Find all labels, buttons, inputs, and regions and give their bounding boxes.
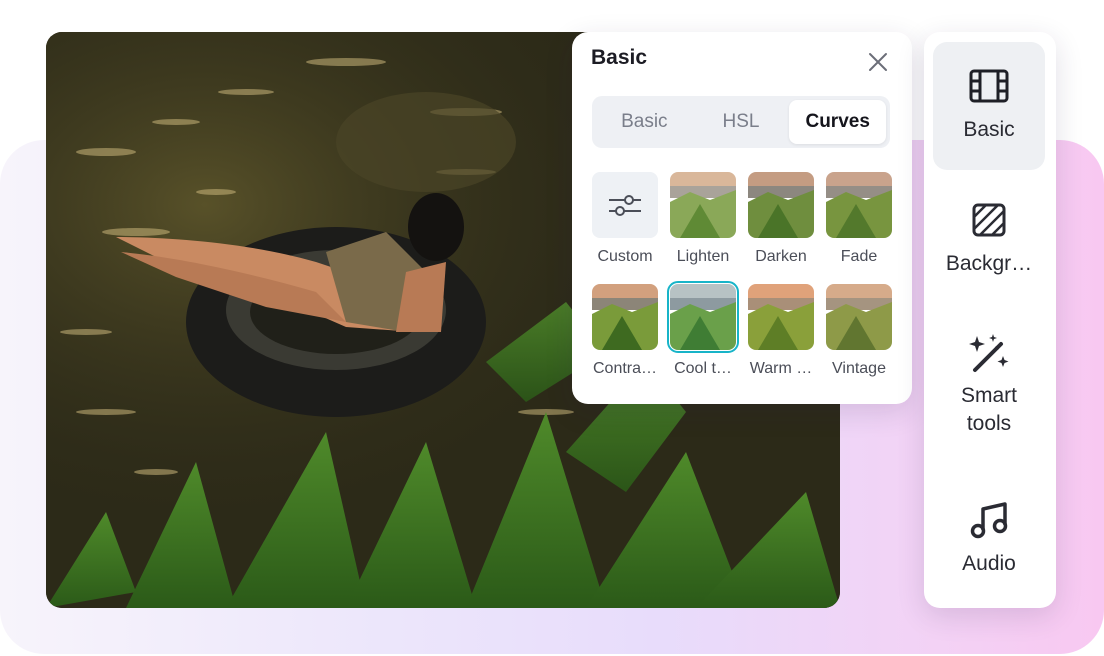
preset-thumb — [826, 284, 892, 350]
sliders-icon — [609, 195, 641, 216]
tool-sidebar: Basic Backgr… Smart tools Audio — [924, 32, 1056, 608]
preset-label: Custom — [597, 248, 653, 265]
sidebar-label-line1: Smart — [960, 384, 1017, 407]
sidebar-item-background[interactable]: Backgr… — [933, 198, 1045, 298]
preset-thumb — [826, 172, 892, 238]
adjust-panel: Basic Basic HSL Curves Custom Lighten Da… — [572, 32, 912, 404]
preset-label: Cool t… — [674, 360, 732, 377]
preset-label: Fade — [840, 248, 878, 265]
tab-bar: Basic HSL Curves — [592, 96, 890, 148]
background-icon — [933, 198, 1045, 242]
preset-lighten[interactable]: Lighten — [669, 172, 737, 266]
music-note-icon — [933, 498, 1045, 542]
preset-darken[interactable]: Darken — [747, 172, 815, 266]
landscape-thumbnail — [670, 172, 736, 238]
preset-label: Warm … — [749, 360, 813, 377]
sidebar-item-audio[interactable]: Audio — [933, 498, 1045, 598]
panel-title: Basic — [591, 46, 648, 69]
preset-label: Darken — [755, 248, 807, 265]
preset-custom[interactable]: Custom — [591, 172, 659, 266]
preset-label: Vintage — [832, 360, 886, 377]
sidebar-label: Audio — [962, 552, 1016, 575]
preset-warm[interactable]: Warm … — [747, 284, 815, 378]
landscape-thumbnail — [670, 284, 736, 350]
preset-contrast[interactable]: Contra… — [591, 284, 659, 378]
preset-label: Contra… — [592, 360, 658, 377]
sidebar-item-basic[interactable]: Basic — [933, 42, 1045, 170]
editor-stage: Basic Basic HSL Curves Custom Lighten Da… — [0, 0, 1104, 656]
landscape-thumbnail — [592, 284, 658, 350]
sidebar-item-smart-tools[interactable]: Smart tools — [933, 332, 1045, 452]
landscape-thumbnail — [826, 284, 892, 350]
sidebar-label: Backgr… — [945, 252, 1033, 275]
preset-thumb-custom — [592, 172, 658, 238]
preset-thumb — [592, 284, 658, 350]
preset-label: Lighten — [676, 248, 730, 265]
preset-thumb — [748, 172, 814, 238]
preset-vintage[interactable]: Vintage — [825, 284, 893, 378]
sidebar-label-line2: tools — [966, 412, 1012, 435]
preset-cool-tone[interactable]: Cool t… — [667, 281, 739, 378]
preset-thumb — [748, 284, 814, 350]
tab-hsl[interactable]: HSL — [693, 100, 790, 144]
preset-thumb — [670, 172, 736, 238]
landscape-thumbnail — [748, 284, 814, 350]
preset-thumb-selected — [667, 281, 739, 353]
landscape-thumbnail — [826, 172, 892, 238]
close-button[interactable] — [864, 48, 892, 76]
landscape-thumbnail — [748, 172, 814, 238]
magic-wand-icon — [933, 332, 1045, 376]
tab-curves[interactable]: Curves — [789, 100, 887, 144]
preset-fade[interactable]: Fade — [825, 172, 893, 266]
sidebar-label: Basic — [963, 118, 1015, 141]
film-icon — [933, 64, 1045, 108]
close-icon — [869, 53, 887, 71]
tab-basic[interactable]: Basic — [596, 100, 693, 144]
